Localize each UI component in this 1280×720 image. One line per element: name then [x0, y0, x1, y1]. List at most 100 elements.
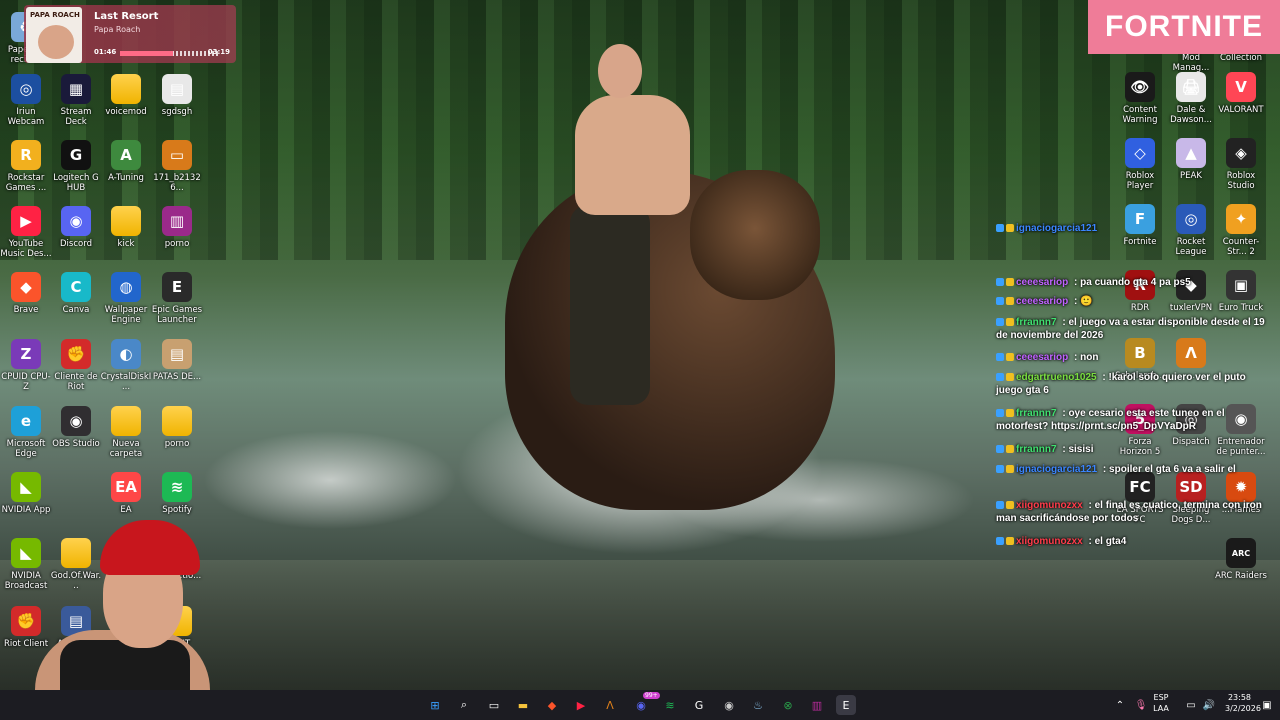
microsoft-edge-icon: e	[11, 406, 41, 436]
desktop-icon-rockstar-games[interactable]: R Rockstar Games ...	[0, 140, 52, 193]
desktop-icon-roblox-studio[interactable]: ◈ Roblox Studio	[1215, 138, 1267, 191]
nvidia-app-icon: ◣	[11, 472, 41, 502]
desktop-icon-epic-games-launcher[interactable]: E Epic Games Launcher	[151, 272, 203, 325]
volume-icon[interactable]: 🔊	[1199, 695, 1219, 715]
streamer-avatar	[15, 520, 215, 700]
desktop-icon-label: YouTube Music Des...	[0, 239, 52, 259]
taskbar-winrar[interactable]: ▥	[807, 695, 827, 715]
taskbar-logitech[interactable]: G	[689, 695, 709, 715]
desktop-icon-label: porno	[164, 439, 190, 449]
language-indicator[interactable]: ESP LAA	[1150, 692, 1172, 714]
desktop-icon-label: Spotify	[162, 505, 192, 515]
desktop-icon-roblox-player[interactable]: ◇ Roblox Player	[1114, 138, 1166, 191]
desktop-icon-ea[interactable]: EA EA	[100, 472, 152, 515]
album-art-text: PAPA ROACH	[30, 11, 80, 19]
desktop-icon-canva[interactable]: C Canva	[50, 272, 102, 315]
taskbar: ⊞ ⌕ ▭ ▬ ◆ ▶ Λ ◉ ≋ G ◉ ♨ ⊗ ▥ E 99+ ⌃ 🎙 ▭ 🔊 ▣	[0, 690, 1280, 720]
microphone-icon[interactable]: 🎙	[1131, 695, 1151, 715]
desktop-icon-nueva-carpeta[interactable]: Nueva carpeta	[100, 406, 152, 459]
desktop-icon-label: Cliente de Riot	[54, 372, 98, 392]
desktop-icon-youtube-music[interactable]: ▶ YouTube Music Des...	[0, 206, 52, 259]
chat-badge-icon	[1006, 224, 1014, 233]
taskbar-brave[interactable]: ◆	[542, 695, 562, 715]
tray-chevron-icon[interactable]: ⌃	[1110, 695, 1130, 715]
chat-text: non	[1077, 352, 1099, 363]
desktop-icon-a-tuning[interactable]: A A-Tuning	[100, 140, 152, 183]
desktop-icon-porno-archive[interactable]: ▥ porno	[151, 206, 203, 249]
cpuid-cpu-z-icon: Z	[11, 339, 41, 369]
discord-notification-badge: 99+	[643, 692, 660, 699]
stream-deck-icon: ▦	[61, 74, 91, 104]
track-waveform[interactable]	[120, 51, 220, 56]
desktop-icon-porno-folder[interactable]: porno	[151, 406, 203, 449]
search-button[interactable]: ⌕	[454, 695, 474, 715]
desktop-icon-patas-de-file[interactable]: ▤ PATAS DE...	[151, 339, 203, 382]
desktop-icon-wallpaper-engine[interactable]: ◍ Wallpaper Engine	[100, 272, 152, 325]
desktop-icon-logitech-g-hub[interactable]: G Logitech G HUB	[50, 140, 102, 193]
crystaldisk-icon: ◐	[111, 339, 141, 369]
desktop-icon-kick-folder[interactable]: kick	[100, 206, 152, 249]
chat-text: sisisi	[1065, 444, 1094, 455]
taskbar-obs[interactable]: ◉	[719, 695, 739, 715]
desktop-icon-crystaldisk[interactable]: ◐ CrystalDiskI...	[100, 339, 152, 392]
desktop-icon-stream-deck[interactable]: ▦ Stream Deck	[50, 74, 102, 127]
desktop-icon-peak[interactable]: ▲ PEAK	[1165, 138, 1217, 181]
album-art-face	[38, 25, 74, 59]
desktop-icon-label: Collection	[1219, 53, 1263, 63]
desktop-icon-microsoft-edge[interactable]: e Microsoft Edge	[0, 406, 52, 459]
taskbar-epic[interactable]: E	[836, 695, 856, 715]
desktop-icon-file-171[interactable]: ▭ 171_b21326...	[151, 140, 203, 193]
desktop-icon-iriun-webcam[interactable]: ◎ Iriun Webcam	[0, 74, 52, 127]
chat-badge-icon	[1006, 409, 1014, 418]
rockstar-games-icon: R	[11, 140, 41, 170]
desktop-icon-label: Stream Deck	[60, 107, 92, 127]
display-icon[interactable]: ▭	[1181, 695, 1201, 715]
desktop-icon-label: Logitech G HUB	[53, 173, 99, 193]
language-top: ESP	[1153, 693, 1169, 702]
chat-badge-icon	[996, 501, 1004, 510]
dale-dawson-icon: 🖨	[1176, 72, 1206, 102]
desktop-icon-brave[interactable]: ◆ Brave	[0, 272, 52, 315]
avatar-beanie	[100, 520, 200, 575]
taskbar-spotify[interactable]: ≋	[660, 695, 680, 715]
discord-icon: ◉	[61, 206, 91, 236]
desktop-icon-voicemod-folder[interactable]: voicemod	[100, 74, 152, 117]
task-view[interactable]: ▭	[484, 695, 504, 715]
valorant-icon: V	[1226, 72, 1256, 102]
taskbar-steam[interactable]: ♨	[748, 695, 768, 715]
desktop-icon-label: Mod Manag...	[1172, 53, 1210, 73]
folder-icon	[111, 74, 141, 104]
desktop-icon-spotify[interactable]: ≋ Spotify	[151, 472, 203, 515]
desktop-icon-cpuid-cpu-z[interactable]: Z CPUID CPU-Z	[0, 339, 52, 392]
desktop-icon-label: A-Tuning	[108, 173, 144, 183]
desktop-icon-obs-studio[interactable]: ◉ OBS Studio	[50, 406, 102, 449]
start-button-icon: ⊞	[430, 698, 440, 712]
taskbar-youtube-music[interactable]: ▶	[571, 695, 591, 715]
desktop-icon-dale-dawson[interactable]: 🖨 Dale & Dawson...	[1165, 72, 1217, 125]
system-clock[interactable]: 23:58 3/2/2026	[1225, 692, 1261, 714]
chat-badge-icon	[1006, 373, 1014, 382]
desktop-icon-nvidia-app[interactable]: ◣ NVIDIA App	[0, 472, 52, 515]
desktop-icon-content-warning[interactable]: 👁 Content Warning	[1114, 72, 1166, 125]
desktop-icon-discord[interactable]: ◉ Discord	[50, 206, 102, 249]
now-playing-widget[interactable]: PAPA ROACH Last Resort Papa Roach 01:46 …	[24, 5, 236, 63]
taskbar-winrar-icon: ▥	[811, 698, 823, 712]
desktop-icon-sgdsgh-file[interactable]: ▤ sgdsgh	[151, 74, 203, 117]
file-171-icon: ▭	[162, 140, 192, 170]
desktop-icon-label: Iriun Webcam	[7, 107, 45, 127]
file-explorer[interactable]: ▬	[513, 695, 533, 715]
language-bottom: LAA	[1153, 704, 1169, 713]
taskbar-app-orange[interactable]: Λ	[600, 695, 620, 715]
desktop-icon-label: 171_b21326...	[153, 173, 201, 193]
chat-badge-icon	[996, 409, 1004, 418]
chat-username: edgartrueno1025	[1016, 372, 1097, 383]
start-button[interactable]: ⊞	[425, 695, 445, 715]
desktop-icon-valorant[interactable]: V VALORANT	[1215, 72, 1267, 115]
taskbar-xbox[interactable]: ⊗	[778, 695, 798, 715]
desktop-icon-label: Rockstar Games ...	[5, 173, 47, 193]
desktop-icon-label: CPUID CPU-Z	[1, 372, 51, 392]
sleeping-dogs-icon: SD	[1176, 472, 1206, 502]
folder-icon	[111, 206, 141, 236]
desktop-icon-cliente-de-riot[interactable]: ✊ Cliente de Riot	[50, 339, 102, 392]
rider-head	[598, 44, 642, 98]
